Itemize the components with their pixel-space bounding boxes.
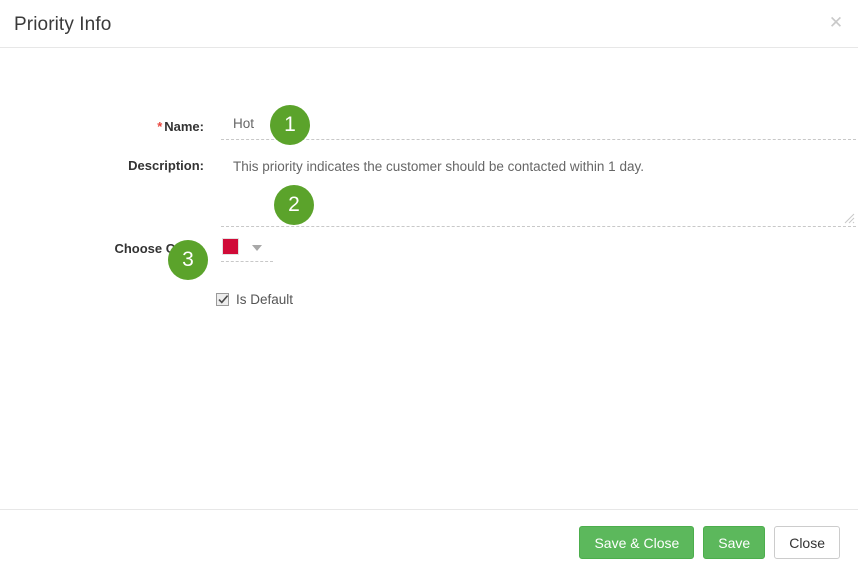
annotation-badge-3: 3 [168,240,208,280]
dialog-body: * Name: Hot Description: This priority in… [0,48,858,509]
checkmark-icon [218,295,229,304]
is-default-checkbox[interactable] [216,293,229,306]
choose-color-row: Choose Color: [0,236,858,266]
description-value: This priority indicates the customer sho… [233,159,644,174]
name-label-text: Name: [164,119,204,134]
annotation-badge-2: 2 [274,185,314,225]
color-picker[interactable] [221,236,273,262]
chevron-down-icon[interactable] [252,245,262,251]
name-input[interactable]: Hot [221,112,856,140]
is-default-label: Is Default [236,292,294,307]
dialog-footer: Save & Close Save Close [0,509,858,573]
footer-button-bar: Save & Close Save Close [579,526,840,559]
name-label: * Name: [14,119,204,134]
annotation-badge-1: 1 [270,105,310,145]
description-label: Description: [128,158,204,173]
save-and-close-button[interactable]: Save & Close [579,526,695,559]
description-row: Description: This priority indicates the… [0,156,858,227]
color-swatch[interactable] [222,238,239,255]
name-value: Hot [233,116,255,131]
required-asterisk: * [157,119,163,134]
description-textarea[interactable]: This priority indicates the customer sho… [221,150,856,227]
close-button[interactable]: Close [774,526,840,559]
save-button[interactable]: Save [703,526,766,559]
priority-info-dialog: Priority Info ✕ * Name: Hot Description: … [0,0,858,573]
dialog-title: Priority Info [14,14,112,35]
is-default-row: Is Default [0,292,858,312]
dialog-header: Priority Info ✕ [0,0,858,48]
resize-handle-icon[interactable] [844,213,855,224]
name-row: * Name: Hot [0,110,858,144]
is-default-checkbox-wrap[interactable]: Is Default [216,292,293,307]
close-x-icon[interactable]: ✕ [825,12,847,34]
